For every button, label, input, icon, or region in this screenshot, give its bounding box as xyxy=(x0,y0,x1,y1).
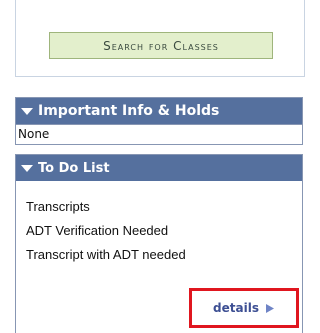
arrow-right-icon xyxy=(265,303,274,313)
todo-list-title: To Do List xyxy=(38,160,110,176)
important-info-panel: Important Info & Holds None xyxy=(15,97,303,145)
search-section: Search for Classes xyxy=(15,0,305,77)
todo-item[interactable]: Transcript with ADT needed xyxy=(26,243,302,267)
collapse-triangle-icon[interactable] xyxy=(20,164,34,173)
collapse-triangle-icon[interactable] xyxy=(20,107,34,116)
details-label: details xyxy=(213,301,259,315)
important-info-header[interactable]: Important Info & Holds xyxy=(16,98,302,124)
important-info-content: None xyxy=(16,124,302,144)
todo-item[interactable]: ADT Verification Needed xyxy=(26,219,302,243)
search-for-classes-button[interactable]: Search for Classes xyxy=(49,32,273,59)
todo-list-header[interactable]: To Do List xyxy=(16,155,302,181)
details-link[interactable]: details xyxy=(189,288,299,328)
todo-items: Transcripts ADT Verification Needed Tran… xyxy=(16,181,302,267)
important-info-title: Important Info & Holds xyxy=(38,103,220,119)
todo-item[interactable]: Transcripts xyxy=(26,195,302,219)
todo-list-panel: To Do List Transcripts ADT Verification … xyxy=(15,154,303,333)
